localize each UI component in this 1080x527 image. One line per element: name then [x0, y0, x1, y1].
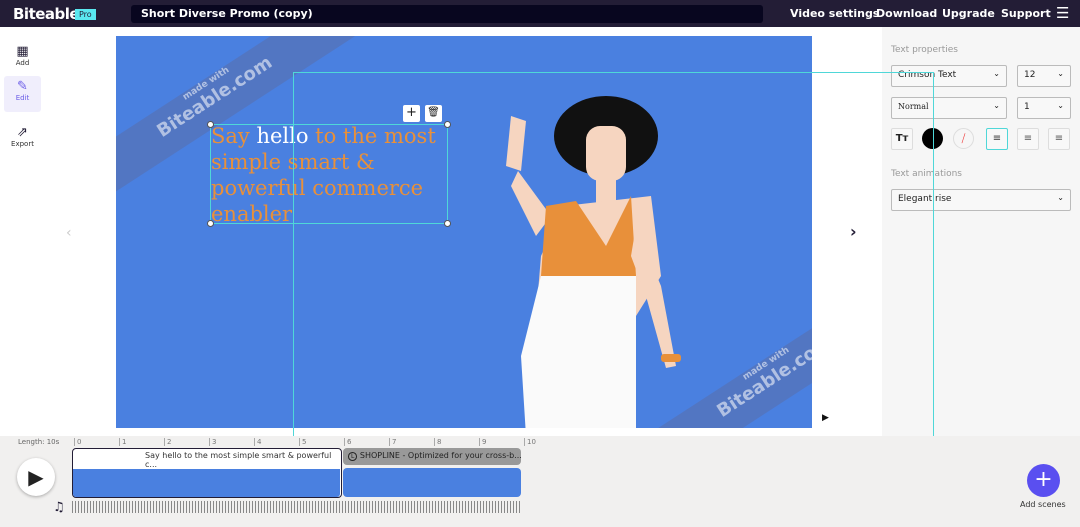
resize-handle[interactable]	[207, 220, 214, 227]
headline-text[interactable]: Say hello to the most simple smart & pow…	[211, 123, 447, 227]
sidebar-item-label: Edit	[15, 94, 30, 102]
top-bar: Biteable Pro Short Diverse Promo (copy) …	[0, 0, 1080, 27]
pencil-icon: ✎	[17, 79, 28, 94]
align-left-icon[interactable]: ≡	[986, 128, 1008, 150]
scene-2-title: SHOPLINE - Optimized for your cross-b...	[359, 451, 521, 460]
prev-scene-arrow[interactable]: ‹	[66, 225, 72, 241]
scene-1-thumbnails	[73, 469, 340, 497]
timeline-tick: 2	[164, 438, 171, 446]
text-properties-label: Text properties	[891, 45, 958, 55]
timeline-tick: 6	[344, 438, 351, 446]
resize-handle[interactable]	[207, 121, 214, 128]
align-center-icon[interactable]: ≡	[1017, 128, 1039, 150]
scene-1-title: Say hello to the most simple smart & pow…	[145, 451, 332, 469]
video-canvas[interactable]: made with Biteable.com made with Biteable.…	[116, 36, 812, 428]
guide-line	[293, 72, 294, 436]
selected-text-box[interactable]: Say hello to the most simple smart & pow…	[207, 105, 451, 227]
music-note-icon[interactable]: ♫	[53, 500, 65, 515]
length-label: Length: 10s	[18, 438, 60, 446]
guide-line	[933, 72, 934, 436]
text-animations-label: Text animations	[891, 169, 962, 179]
scene-clip-1[interactable]: Say hello to the most simple smart & pow…	[72, 448, 342, 498]
guide-line	[293, 72, 934, 73]
font-weight-select[interactable]: Normal ⌄	[891, 97, 1007, 119]
resize-handle[interactable]	[444, 220, 451, 227]
pro-badge: Pro	[75, 9, 96, 20]
timeline-tick: 1	[119, 438, 126, 446]
resize-handle[interactable]	[444, 121, 451, 128]
brand-logo[interactable]: Biteable	[13, 5, 80, 23]
font-select[interactable]: Crimson Text ⌄	[891, 65, 1007, 87]
timeline-tick: 8	[434, 438, 441, 446]
audio-waveform[interactable]	[72, 501, 522, 513]
sidebar-item-label: Export	[11, 140, 34, 148]
sidebar-item-edit[interactable]: ✎ Edit	[4, 76, 41, 112]
timeline: Length: 10s 0 1 2 3 4 5 6 7 8 9 10 ▶ ♫ Say hello t…	[0, 436, 1080, 527]
sidebar-item-export[interactable]: ⇗ Export	[4, 122, 41, 158]
download-link[interactable]: Download	[876, 7, 937, 20]
sidebar-item-add[interactable]: ▦ Add	[4, 41, 41, 77]
video-settings-link[interactable]: Video settings	[790, 7, 879, 20]
export-icon: ⇗	[17, 125, 28, 140]
properties-panel: Text properties Crimson Text ⌄ 12 ⌄ Normal…	[882, 27, 1080, 436]
support-link[interactable]: Support	[1001, 7, 1051, 20]
timeline-tick: 10	[524, 438, 536, 446]
timeline-tick: 0	[74, 438, 81, 446]
align-right-icon[interactable]: ≡	[1048, 128, 1070, 150]
timeline-tick: 4	[254, 438, 261, 446]
project-title-input[interactable]: Short Diverse Promo (copy)	[131, 5, 763, 23]
upgrade-link[interactable]: Upgrade	[942, 7, 995, 20]
highlight-color-none-icon[interactable]: ⧸	[953, 128, 974, 149]
next-scene-arrow[interactable]: ›	[850, 222, 857, 241]
play-button[interactable]: ▶	[17, 458, 55, 496]
menu-icon[interactable]: ☰	[1056, 4, 1069, 22]
add-scenes-label: Add scenes	[1020, 500, 1066, 509]
woman-illustration	[506, 96, 681, 428]
timeline-tick: 3	[209, 438, 216, 446]
timeline-tick: 5	[299, 438, 306, 446]
font-size-select[interactable]: 12 ⌄	[1017, 65, 1071, 87]
scene-2-thumbnails	[343, 468, 521, 497]
timeline-tick: 9	[479, 438, 486, 446]
grid-icon: ▦	[16, 44, 29, 59]
add-scenes-button[interactable]: +	[1027, 464, 1060, 497]
animation-select[interactable]: Elegant rise ⌄	[891, 189, 1071, 211]
line-height-select[interactable]: 1 ⌄	[1017, 97, 1071, 119]
delete-icon[interactable]: 🗑	[425, 105, 442, 122]
add-element-button[interactable]: +	[403, 105, 420, 122]
text-case-icon[interactable]: Tт	[891, 128, 913, 150]
play-preview-icon[interactable]: ▶	[822, 413, 829, 423]
logo-icon: L	[348, 452, 358, 461]
timeline-tick: 7	[389, 438, 396, 446]
sidebar-item-label: Add	[15, 59, 30, 67]
scene-clip-2[interactable]: L SHOPLINE - Optimized for your cross-b.…	[343, 448, 521, 498]
